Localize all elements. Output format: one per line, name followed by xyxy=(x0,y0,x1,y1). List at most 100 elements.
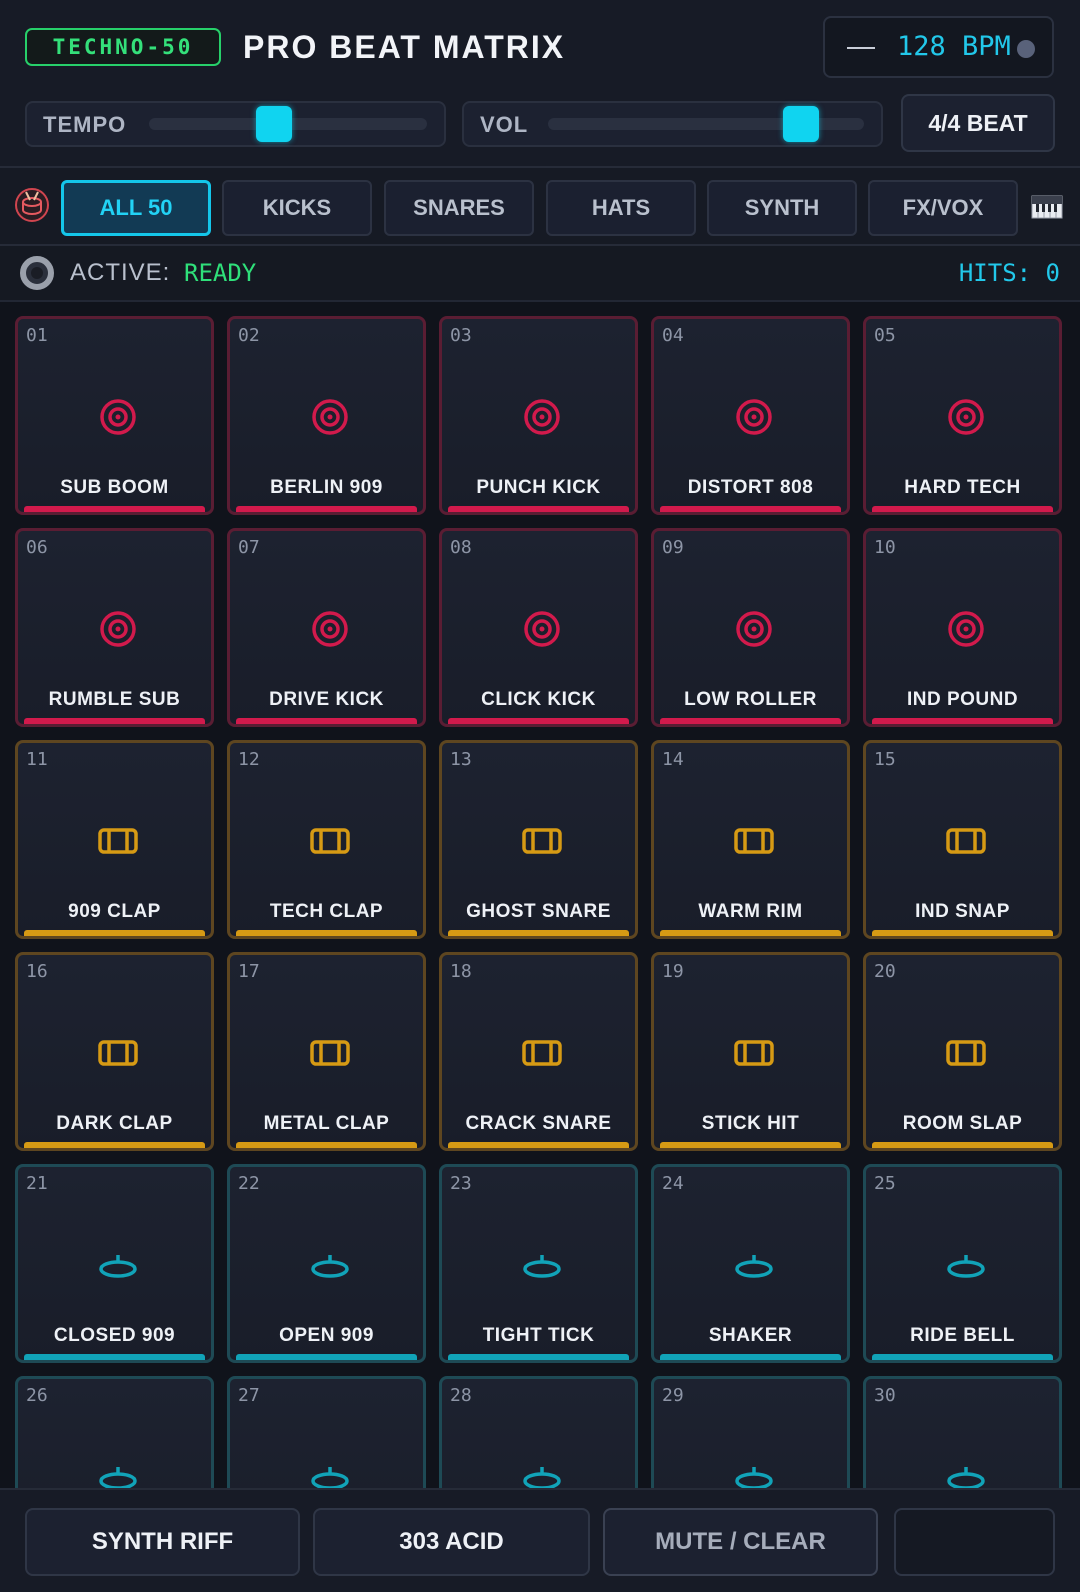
pad-label: RIDE BELL xyxy=(910,1325,1015,1346)
pad-16[interactable]: 16 DARK CLAP xyxy=(15,952,214,1151)
pad-number: 28 xyxy=(450,1385,472,1406)
pad-26[interactable]: 26 xyxy=(15,1376,214,1488)
pad-05[interactable]: 05 HARD TECH xyxy=(863,316,1062,515)
pad-number: 08 xyxy=(450,537,472,558)
pad-grid-scroll[interactable]: 01 SUB BOOM 02 BERLIN 909 03 PUNCH KICK 04 DIST… xyxy=(0,302,1080,1488)
drum-icon[interactable] xyxy=(15,188,49,222)
pad-number: 23 xyxy=(450,1173,472,1194)
pad-number: 06 xyxy=(26,537,48,558)
pad-13[interactable]: 13 GHOST SNARE xyxy=(439,740,638,939)
pad-19[interactable]: 19 STICK HIT xyxy=(651,952,850,1151)
tab-kicks[interactable]: KICKS xyxy=(222,180,372,236)
tab-hats[interactable]: HATS xyxy=(546,180,696,236)
snare-drum-icon xyxy=(522,828,562,854)
kick-target-icon xyxy=(100,399,136,435)
pad-18[interactable]: 18 CRACK SNARE xyxy=(439,952,638,1151)
pad-15[interactable]: 15 IND SNAP xyxy=(863,740,1062,939)
pad-number: 25 xyxy=(874,1173,896,1194)
pad-20[interactable]: 20 ROOM SLAP xyxy=(863,952,1062,1151)
pad-14[interactable]: 14 WARM RIM xyxy=(651,740,850,939)
pad-label: OPEN 909 xyxy=(279,1325,374,1346)
pad-label: SHAKER xyxy=(708,1325,793,1346)
pad-23[interactable]: 23 TIGHT TICK xyxy=(439,1164,638,1363)
acid-button[interactable]: 303 ACID xyxy=(313,1508,590,1576)
pad-12[interactable]: 12 TECH CLAP xyxy=(227,740,426,939)
pad-24[interactable]: 24 SHAKER xyxy=(651,1164,850,1363)
bpm-value: 128 BPM xyxy=(897,31,1011,62)
pad-label: DISTORT 808 xyxy=(687,477,814,498)
pad-09[interactable]: 09 LOW ROLLER xyxy=(651,528,850,727)
tab-synth[interactable]: SYNTH xyxy=(707,180,857,236)
pad-22[interactable]: 22 OPEN 909 xyxy=(227,1164,426,1363)
pad-number: 21 xyxy=(26,1173,48,1194)
mute-clear-button[interactable]: MUTE / CLEAR xyxy=(603,1508,878,1576)
pad-label: BERLIN 909 xyxy=(270,477,383,498)
pad-11[interactable]: 11 909 CLAP xyxy=(15,740,214,939)
pad-08[interactable]: 08 CLICK KICK xyxy=(439,528,638,727)
status-value: READY xyxy=(184,259,257,287)
bpm-indicator-led xyxy=(1017,40,1035,58)
pad-02[interactable]: 02 BERLIN 909 xyxy=(227,316,426,515)
snare-drum-icon xyxy=(310,828,350,854)
tab-fx-vox[interactable]: FX/VOX xyxy=(868,180,1018,236)
pad-label: 909 CLAP xyxy=(68,901,161,922)
pad-label: CLICK KICK xyxy=(481,689,596,710)
pad-label: GHOST SNARE xyxy=(466,901,611,922)
pad-label: DARK CLAP xyxy=(56,1113,173,1134)
pad-number: 17 xyxy=(238,961,260,982)
pad-number: 07 xyxy=(238,537,260,558)
pad-04[interactable]: 04 DISTORT 808 xyxy=(651,316,850,515)
pad-label: IND SNAP xyxy=(915,901,1010,922)
volume-slider[interactable]: VOL xyxy=(462,101,883,147)
hihat-cymbal-icon xyxy=(523,1467,561,1488)
pad-28[interactable]: 28 xyxy=(439,1376,638,1488)
pad-label: CLOSED 909 xyxy=(53,1325,176,1346)
synth-riff-button[interactable]: SYNTH RIFF xyxy=(25,1508,300,1576)
snare-drum-icon xyxy=(522,1040,562,1066)
pad-label: SUB BOOM xyxy=(60,477,169,498)
pad-06[interactable]: 06 RUMBLE SUB xyxy=(15,528,214,727)
snare-drum-icon xyxy=(98,1040,138,1066)
pad-number: 26 xyxy=(26,1385,48,1406)
pad-25[interactable]: 25 RIDE BELL xyxy=(863,1164,1062,1363)
snare-drum-icon xyxy=(946,1040,986,1066)
pad-29[interactable]: 29 xyxy=(651,1376,850,1488)
pad-17[interactable]: 17 METAL CLAP xyxy=(227,952,426,1151)
hihat-cymbal-icon xyxy=(311,1255,349,1278)
tab-snares[interactable]: SNARES xyxy=(384,180,534,236)
pad-label: STICK HIT xyxy=(701,1113,800,1134)
tempo-slider[interactable]: TEMPO xyxy=(25,101,446,147)
time-signature-button[interactable]: 4/4 BEAT xyxy=(901,94,1055,152)
tab-all[interactable]: ALL 50 xyxy=(61,180,211,236)
piano-keys-icon[interactable] xyxy=(1031,190,1063,222)
snare-drum-icon xyxy=(734,828,774,854)
volume-thumb[interactable] xyxy=(782,106,819,142)
kick-target-icon xyxy=(736,399,772,435)
minus-icon xyxy=(847,47,875,49)
hihat-cymbal-icon xyxy=(99,1255,137,1278)
tempo-thumb[interactable] xyxy=(256,106,293,142)
status-led-icon xyxy=(20,256,54,290)
kick-target-icon xyxy=(948,399,984,435)
pad-07[interactable]: 07 DRIVE KICK xyxy=(227,528,426,727)
pad-10[interactable]: 10 IND POUND xyxy=(863,528,1062,727)
snare-drum-icon xyxy=(98,828,138,854)
pad-number: 20 xyxy=(874,961,896,982)
hihat-cymbal-icon xyxy=(523,1255,561,1278)
empty-slot-button[interactable] xyxy=(894,1508,1055,1576)
pad-01[interactable]: 01 SUB BOOM xyxy=(15,316,214,515)
pad-27[interactable]: 27 xyxy=(227,1376,426,1488)
pad-03[interactable]: 03 PUNCH KICK xyxy=(439,316,638,515)
pad-grid: 01 SUB BOOM 02 BERLIN 909 03 PUNCH KICK 04 DIST… xyxy=(15,316,1062,1488)
pad-30[interactable]: 30 xyxy=(863,1376,1062,1488)
tempo-label: TEMPO xyxy=(43,112,127,137)
kick-target-icon xyxy=(736,611,772,647)
kick-target-icon xyxy=(524,611,560,647)
pad-label: WARM RIM xyxy=(698,901,803,922)
status-bar: ACTIVE: READY HITS: 0 xyxy=(0,246,1080,302)
pad-21[interactable]: 21 CLOSED 909 xyxy=(15,1164,214,1363)
pad-number: 27 xyxy=(238,1385,260,1406)
hihat-cymbal-icon xyxy=(99,1467,137,1488)
hits-counter: HITS: 0 xyxy=(958,259,1060,287)
kit-badge: TECHNO-50 xyxy=(25,28,221,66)
